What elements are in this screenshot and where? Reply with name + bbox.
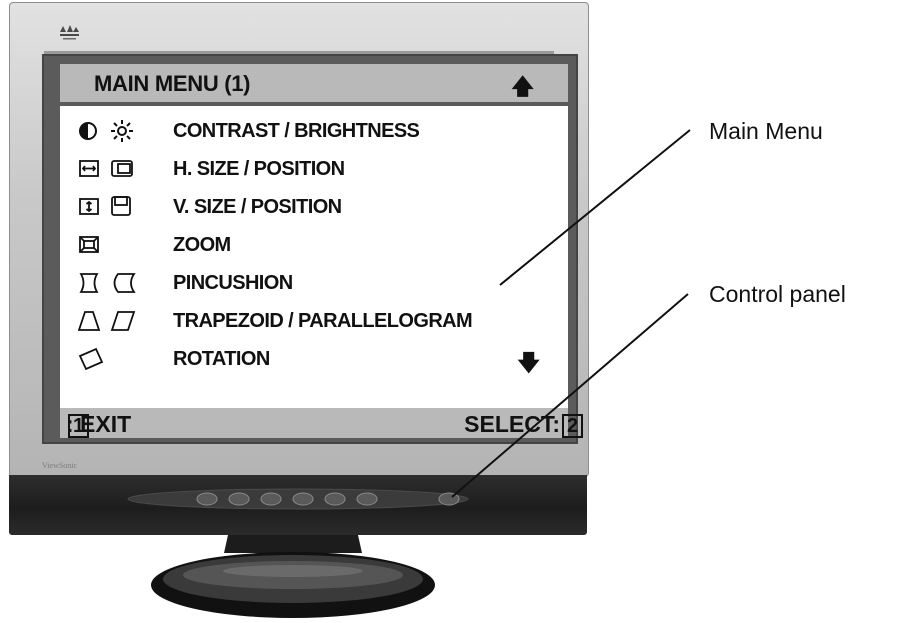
callout-lines [451, 129, 691, 498]
control-panel-callout: Control panel [709, 281, 846, 307]
control-panel-leader-line [451, 293, 689, 498]
main-menu-leader-line [499, 129, 691, 286]
main-menu-callout: Main Menu [709, 118, 823, 144]
